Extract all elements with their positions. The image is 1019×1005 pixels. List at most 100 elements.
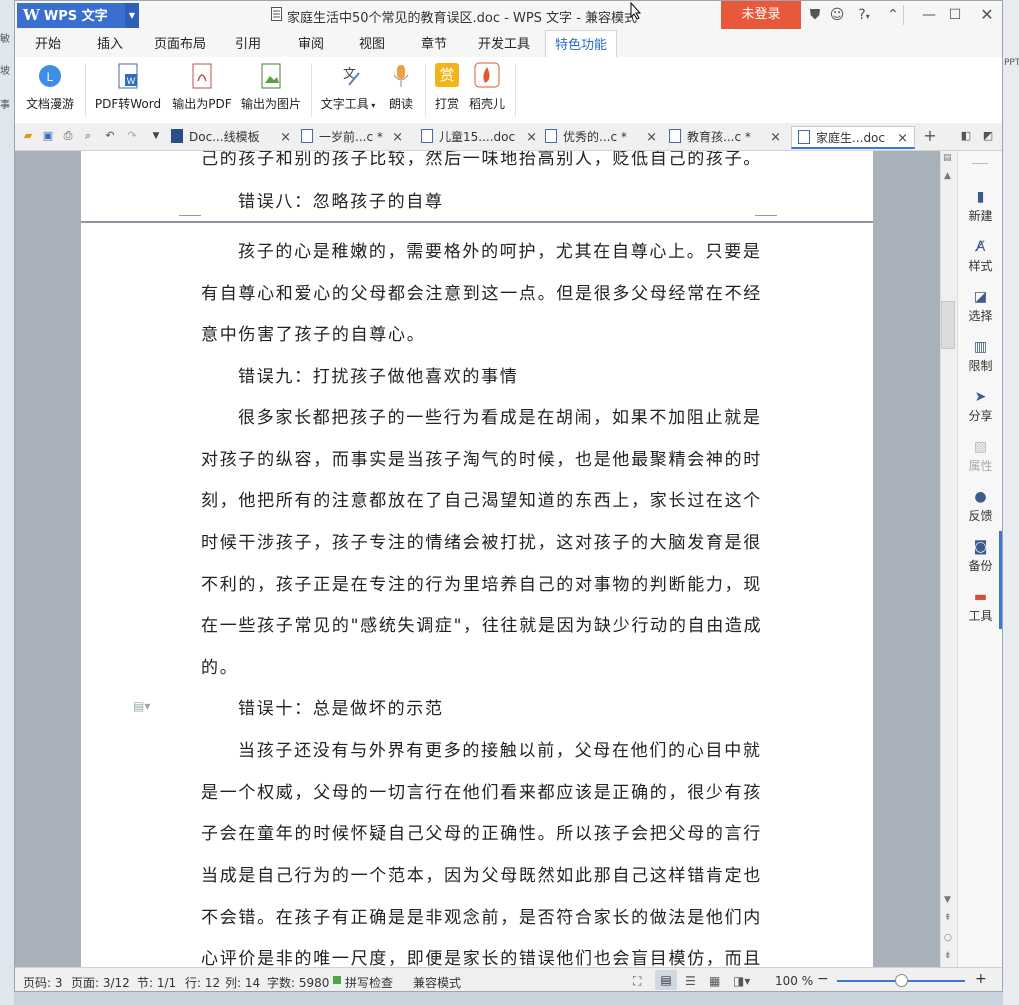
redo-icon[interactable]: ↷ <box>125 129 139 143</box>
chevron-down-icon: ▾ <box>368 101 376 110</box>
vertical-scrollbar[interactable]: ▤ ▲ ▼ ⇞ ○ ⇟ <box>940 151 957 967</box>
panel-style-button[interactable]: A̸ 样式 <box>958 239 1002 274</box>
panel-share-button[interactable]: ➤ 分享 <box>958 389 1002 424</box>
tab-view[interactable]: 视图 <box>349 30 395 57</box>
print-icon[interactable]: ⎙ <box>61 129 75 143</box>
tab-page-layout[interactable]: 页面布局 <box>149 30 211 57</box>
tab-developer[interactable]: 开发工具 <box>471 30 537 57</box>
minimize-icon[interactable]: — <box>919 5 939 25</box>
outline-view-icon[interactable]: ☰ <box>685 974 696 988</box>
panel-tools-button[interactable]: ▬ 工具 <box>958 589 1002 624</box>
new-tab-icon[interactable]: + <box>923 128 937 144</box>
paragraph-line: 己的孩子和别的孩子比较，然后一味地抬高别人，贬低自己的孩子。 <box>201 151 762 169</box>
document-icon <box>669 129 681 143</box>
zoom-slider-knob[interactable] <box>894 974 908 987</box>
select-browse-icon[interactable]: ○ <box>944 933 952 943</box>
tab-insert[interactable]: 插入 <box>85 30 135 57</box>
maximize-icon[interactable]: ☐ <box>945 5 965 25</box>
tab-chapter[interactable]: 章节 <box>411 30 457 57</box>
panel-label: 反馈 <box>968 509 993 523</box>
export-image-button[interactable]: 输出为图片 <box>239 61 303 112</box>
help-button[interactable]: ?▾ <box>851 5 877 25</box>
text-tools-button[interactable]: 文 文字工具 ▾ <box>317 61 379 112</box>
ribbon-label: 朗读 <box>388 97 413 111</box>
close-icon[interactable]: × <box>392 126 403 149</box>
prev-page-icon[interactable]: ⇞ <box>944 913 952 923</box>
tab-references[interactable]: 引用 <box>223 30 273 57</box>
word-count[interactable]: 字数: 5980 <box>267 974 329 991</box>
next-page-icon[interactable]: ⇟ <box>944 951 952 961</box>
page-number[interactable]: 页码: 3 <box>23 974 63 991</box>
chevron-down-icon[interactable]: ▼ <box>125 3 139 28</box>
heading-line: 错误九：打扰孩子做他喜欢的事情 <box>238 367 519 387</box>
section-indicator[interactable]: 节: 1/1 <box>137 974 176 991</box>
svg-text:L: L <box>47 70 54 84</box>
doc-tab[interactable]: 优秀的...c * × <box>545 126 657 149</box>
page-count[interactable]: 页面: 3/12 <box>71 974 130 991</box>
ribbon-label-text: 文字工具 <box>320 97 369 111</box>
panel-feedback-button[interactable]: ● 反馈 <box>958 489 1002 524</box>
row-indicator[interactable]: 行: 12 <box>185 974 220 991</box>
reward-button[interactable]: 赏 打赏 <box>429 61 465 112</box>
column-indicator[interactable]: 列: 14 <box>225 974 260 991</box>
reading-view-icon[interactable]: ◨▾ <box>733 974 750 988</box>
close-icon[interactable]: × <box>770 126 781 149</box>
document-canvas[interactable]: 己的孩子和别的孩子比较，然后一味地抬高别人，贬低自己的孩子。 错误八：忽略孩子的… <box>15 151 940 967</box>
tab-special-features[interactable]: 特色功能 <box>545 30 617 58</box>
zoom-level[interactable]: 100 % <box>775 974 813 988</box>
app-name: WPS 文字 <box>43 9 108 24</box>
doc-tab[interactable]: 教育孩...c * × <box>669 126 781 149</box>
panel-select-button[interactable]: ◪ 选择 <box>958 289 1002 324</box>
cloud-icon: L <box>35 61 65 91</box>
paragraph-handle-icon[interactable]: ▤▾ <box>133 699 150 713</box>
wps-app-menu[interactable]: W WPS 文字 ▼ <box>17 3 139 28</box>
spellcheck-toggle[interactable]: 拼写检查 <box>345 974 393 991</box>
open-folder-icon[interactable]: ▰ <box>21 129 35 143</box>
panel-expand-handle[interactable] <box>999 531 1002 629</box>
docer-button[interactable]: 稻壳儿 <box>467 61 507 112</box>
export-pdf-button[interactable]: 输出为PDF <box>171 61 233 112</box>
split-icon[interactable]: ▤ <box>943 153 952 163</box>
login-button[interactable]: 未登录 <box>721 1 801 29</box>
panel-properties-button[interactable]: ▧ 属性 <box>958 439 1002 474</box>
doc-tab-active[interactable]: 家庭生...doc × <box>791 126 915 149</box>
chevron-down-icon[interactable]: ▼ <box>149 129 163 143</box>
select-icon: ◪ <box>973 289 988 305</box>
zoom-in-icon[interactable]: + <box>975 971 987 987</box>
collapse-ribbon-icon[interactable]: ⌃ <box>883 5 903 25</box>
feedback-face-icon[interactable]: ☺ <box>827 5 847 25</box>
zoom-out-icon[interactable]: − <box>817 971 829 987</box>
tab-review[interactable]: 审阅 <box>287 30 335 57</box>
print-preview-icon[interactable]: ⌕ <box>81 129 95 143</box>
close-icon[interactable]: ✕ <box>977 5 997 25</box>
web-view-icon[interactable]: ▦ <box>709 974 720 988</box>
close-icon[interactable]: × <box>646 126 657 149</box>
heading-line: 错误十：总是做坏的示范 <box>238 699 444 719</box>
pdf-to-word-button[interactable]: W PDF转Word <box>93 61 163 112</box>
properties-icon: ▧ <box>973 439 988 455</box>
skin-icon[interactable]: ⛊ <box>805 5 825 25</box>
document-icon <box>271 7 282 21</box>
fullscreen-icon[interactable]: ⛶ <box>633 974 641 989</box>
page-view-icon[interactable]: ▤ <box>655 970 677 990</box>
tab-start[interactable]: 开始 <box>25 30 71 57</box>
panel-new-button[interactable]: ▮ 新建 <box>958 189 1002 224</box>
doc-tab[interactable]: 儿童15....doc × <box>421 126 537 149</box>
scroll-down-icon[interactable]: ▼ <box>944 895 951 905</box>
read-aloud-button[interactable]: 朗读 <box>383 61 419 112</box>
scroll-up-icon[interactable]: ▲ <box>944 171 951 181</box>
tab-options-icon[interactable]: ◩ <box>981 129 995 143</box>
doc-tab[interactable]: 一岁前...c * × <box>301 126 403 149</box>
panel-restrict-button[interactable]: ▥ 限制 <box>958 339 1002 374</box>
tab-list-icon[interactable]: ◧ <box>959 129 973 143</box>
close-icon[interactable]: × <box>897 127 908 150</box>
undo-icon[interactable]: ↶ <box>103 129 117 143</box>
close-icon[interactable]: × <box>526 126 537 149</box>
scroll-thumb[interactable] <box>941 301 955 349</box>
doc-tab[interactable]: Doc...线模板 × <box>171 126 291 149</box>
panel-backup-button[interactable]: ◙ 备份 <box>958 539 1002 574</box>
doc-roaming-button[interactable]: L 文档漫游 <box>23 61 77 112</box>
close-icon[interactable]: × <box>280 126 291 149</box>
ribbon-label: 输出为PDF <box>172 97 232 111</box>
save-icon[interactable]: ▣ <box>41 129 55 143</box>
